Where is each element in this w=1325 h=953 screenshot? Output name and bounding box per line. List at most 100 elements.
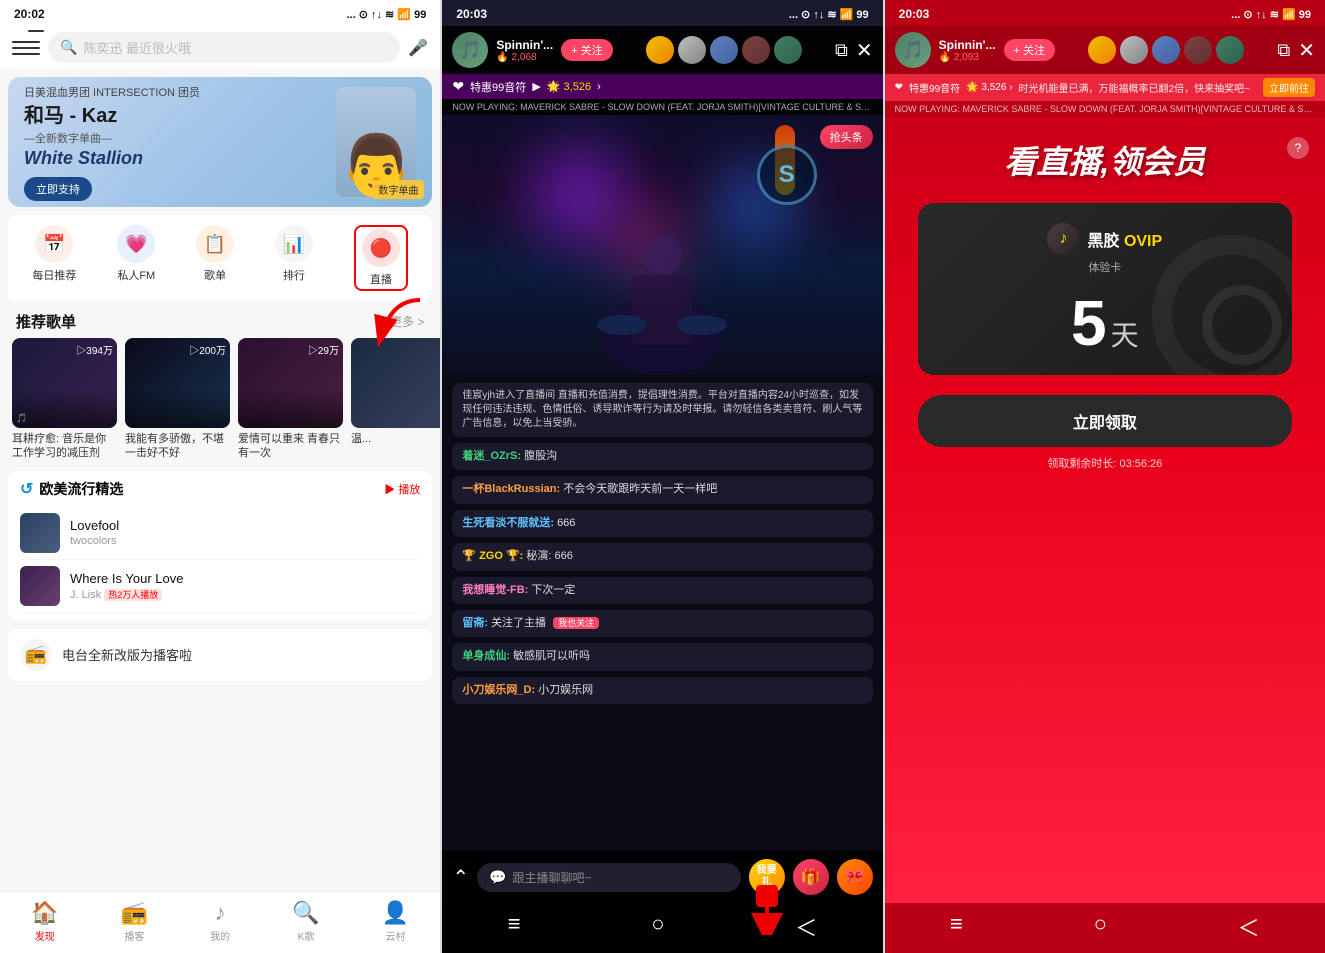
hot-badge: 热2万人播放 (104, 589, 162, 601)
quick-icons-row: 📅 每日推荐 💗 私人FM 📋 歌单 📊 排行 🔴 直播 (8, 215, 432, 301)
badge-dark (742, 36, 770, 64)
quick-icon-live[interactable]: 🔴 直播 (354, 225, 408, 291)
quick-icon-playlist[interactable]: 📋 歌单 (196, 225, 234, 291)
quick-icon-daily[interactable]: 📅 每日推荐 (32, 225, 76, 291)
vip-days-unit: 天 (1111, 322, 1139, 350)
lucky-action-button[interactable]: 🎀 (837, 859, 873, 895)
promo-title-wrapper: 看直播,领会员 ? (885, 117, 1325, 193)
nav-discover[interactable]: 🏠 发现 (31, 900, 58, 943)
promo-text-p3: 特惠99音符 (909, 80, 960, 95)
notification-badge: 36 (28, 30, 44, 32)
nav-home-icon[interactable]: ○ (651, 911, 664, 943)
head-position-button[interactable]: 抢头条 (820, 125, 873, 149)
time-p2: 20:03 (456, 7, 487, 21)
nav-yuncu-label: 云村 (386, 928, 406, 943)
chat-placeholder: 跟主播聊聊吧~ (513, 869, 592, 886)
chat-user-8: 小刀娱乐网_D: (462, 684, 535, 696)
chat-input-field[interactable]: 💬 跟主播聊聊吧~ (477, 863, 741, 892)
nav-podcast[interactable]: 📻 播客 (121, 900, 148, 943)
promo-heart-icon: ❤ (452, 78, 464, 95)
search-bar[interactable]: 🔍 陈奕迅 最近很火哦 (48, 32, 400, 63)
gift-action-button[interactable]: 🎁 (793, 859, 829, 895)
menu-button[interactable]: 36 (12, 34, 40, 62)
nav-back-icon[interactable]: ＜ (795, 911, 817, 943)
promo-bar-p2[interactable]: ❤ 特惠99音符 ▶ 🌟 3,526 › (442, 74, 882, 99)
banner-album: White Stallion (24, 148, 336, 169)
list-item[interactable]: ▷394万 🎵 耳耕疗愈: 音乐是你工作学习的减压剂 (12, 338, 117, 461)
screen-share-icon-p3[interactable]: ⧉ (1277, 40, 1290, 61)
follow-button[interactable]: + 关注 (561, 39, 612, 61)
nav-podcast-label: 播客 (124, 928, 144, 943)
chat-msg-3: 666 (557, 517, 575, 529)
live-avatar: 🎵 (452, 32, 488, 68)
list-item[interactable]: ▷29万 爱情可以重来 青春只有一次 (238, 338, 343, 461)
nav-k[interactable]: 🔍 K歌 (292, 900, 319, 943)
list-item[interactable]: ▷200万 我能有多骄傲，不堪一击好不好 (125, 338, 230, 461)
claim-vip-button[interactable]: 立即领取 (918, 395, 1292, 447)
banner-tag: 数字单曲 (372, 180, 424, 199)
radio-banner[interactable]: 📻 电台全新改版为播客啦 (8, 629, 432, 681)
playlist-thumb-3: ▷29万 (238, 338, 343, 428)
radio-text: 电台全新改版为播客啦 (62, 645, 192, 664)
banner-name: 和马 - Kaz (24, 104, 336, 128)
nav-menu-icon[interactable]: ≡ (508, 911, 521, 943)
table-row[interactable]: Lovefool twocolors (20, 507, 420, 560)
song-info-whereis: Where Is Your Love J. Lisk 热2万人播放 (70, 571, 420, 601)
quick-icon-chart[interactable]: 📊 排行 (275, 225, 313, 291)
promo-arrow: ▶ (532, 80, 540, 93)
badge-green-p3 (1216, 36, 1244, 64)
screen-share-icon[interactable]: ⧉ (835, 40, 848, 61)
app-header: 36 🔍 陈奕迅 最近很火哦 🎤 (0, 26, 440, 69)
badge-green (774, 36, 802, 64)
k-icon: 🔍 (292, 900, 319, 926)
follow-tag[interactable]: 我也关注 (553, 617, 599, 629)
badge-blue (710, 36, 738, 64)
banner-cta-button[interactable]: 立即支持 (24, 177, 92, 201)
close-icon-p3[interactable]: ✕ (1298, 38, 1315, 63)
live-avatar-p3: 🎵 (895, 32, 931, 68)
badge-gold-p3 (1088, 36, 1116, 64)
promo-title: 看直播,领会员 (885, 117, 1325, 193)
play-all-button[interactable]: ▶ 播放 (384, 481, 420, 497)
list-item: 留斋: 关注了主播 我也关注 (452, 610, 872, 637)
live-label: 直播 (370, 271, 392, 287)
nav-yuncu[interactable]: 👤 云村 (382, 900, 409, 943)
artist-banner[interactable]: 日美混血男团 INTERSECTION 团员 和马 - Kaz —全新数字单曲—… (8, 77, 432, 207)
play-count-2: ▷200万 (189, 342, 226, 357)
chat-user-3: 生死看淡不服就送: (462, 517, 554, 529)
expand-icon[interactable]: ⌃ (452, 865, 469, 890)
promotion-area: 看直播,领会员 ? ♪ 黑胶 OVIP 体验卡 5 天 立即领取 领取剩余时长:… (885, 117, 1325, 903)
nav-menu-icon-p3[interactable]: ≡ (950, 911, 963, 943)
vip-days-number: 5 (1071, 291, 1107, 355)
close-icon[interactable]: ✕ (856, 38, 873, 63)
playlist-name-3: 爱情可以重来 青春只有一次 (238, 432, 343, 461)
chat-msg-1: 腹股沟 (524, 450, 557, 462)
follow-button-p3[interactable]: + 关注 (1004, 39, 1055, 61)
banner-text: 日美混血男团 INTERSECTION 团员 和马 - Kaz —全新数字单曲—… (24, 84, 336, 201)
live-user-info-p3: Spinnin'... 🔥 2,093 (939, 38, 996, 63)
panel-vip-offer: 20:03 ... ⊙ ↑↓ ≋ 📶 99 🎵 Spinnin'... 🔥 2,… (885, 0, 1325, 953)
alert-action-btn[interactable]: 立即前往 (1263, 78, 1315, 97)
mic-icon[interactable]: 🎤 (408, 38, 428, 58)
playlist-thumb-2: ▷200万 (125, 338, 230, 428)
list-item: 小刀娱乐网_D: 小刀娱乐网 (452, 677, 872, 704)
daily-icon: 📅 (35, 225, 73, 263)
table-row[interactable]: Where Is Your Love J. Lisk 热2万人播放 (20, 560, 420, 613)
quick-icon-fm[interactable]: 💗 私人FM (117, 225, 155, 291)
yuncu-icon: 👤 (382, 900, 409, 926)
status-bar-p3: 20:03 ... ⊙ ↑↓ ≋ 📶 99 (885, 0, 1325, 26)
nav-music[interactable]: ♪ 我的 (210, 900, 230, 943)
promo-heart-p3: ❤ (895, 82, 903, 93)
chat-user-5: 我想睡觉-FB: (462, 584, 528, 596)
live-badges-row-p3 (1063, 36, 1269, 64)
chat-msg-5: 下次一定 (531, 584, 575, 596)
status-icons-p1: ... ⊙ ↑↓ ≋ 📶 99 (347, 8, 427, 21)
recommend-title: 推荐歌单 (16, 311, 76, 332)
chat-msg-8: 小刀娱乐网 (538, 684, 593, 696)
chart-label: 排行 (283, 267, 305, 283)
live-arrow-indicator (360, 290, 430, 365)
playlist-thumb-1: ▷394万 🎵 (12, 338, 117, 428)
nav-home-icon-p3[interactable]: ○ (1094, 911, 1107, 943)
question-badge[interactable]: ? (1287, 137, 1309, 159)
nav-back-icon-p3[interactable]: ＜ (1238, 911, 1260, 943)
